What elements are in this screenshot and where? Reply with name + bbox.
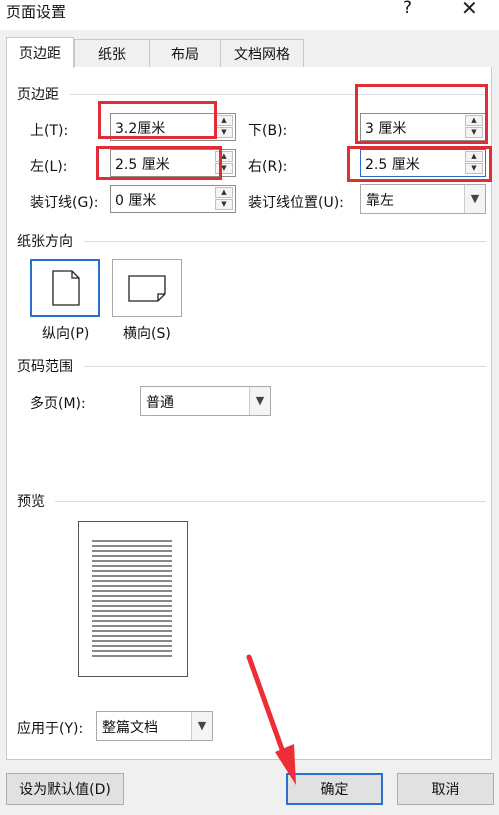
annotation-arrow (246, 654, 296, 785)
tab-margins[interactable]: 页边距 (6, 37, 74, 68)
